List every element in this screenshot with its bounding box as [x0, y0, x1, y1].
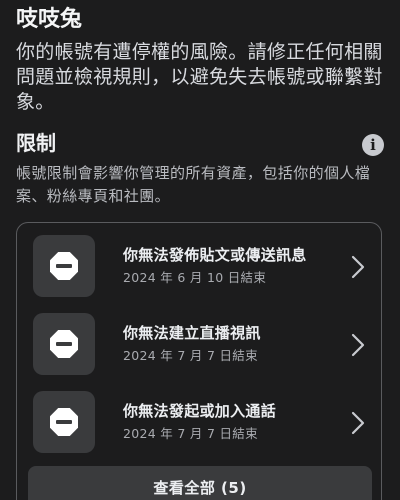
account-name: 吱吱兔: [16, 7, 83, 32]
stop-sign-icon: [50, 408, 78, 436]
chevron-right-icon: [351, 333, 365, 357]
restrictions-card: 你無法發佈貼文或傳送訊息 2024 年 6 月 10 日結束 你無法建立直播視訊…: [16, 222, 382, 500]
restriction-item[interactable]: 你無法發佈貼文或傳送訊息 2024 年 6 月 10 日結束: [33, 235, 379, 299]
restriction-item[interactable]: 你無法建立直播視訊 2024 年 7 月 7 日結束: [33, 313, 379, 377]
stop-sign-icon: [50, 330, 78, 358]
restriction-end-date: 2024 年 7 月 7 日結束: [123, 426, 258, 441]
restriction-end-date: 2024 年 6 月 10 日結束: [123, 270, 267, 285]
info-icon[interactable]: i: [362, 134, 384, 156]
account-status-screen: 吱吱兔 你的帳號有遭停權的風險。請修正任何相關問題並檢視規則，以避免失去帳號或聯…: [0, 0, 400, 500]
chevron-right-icon: [351, 255, 365, 279]
restriction-icon-tile: [33, 313, 95, 375]
restriction-title: 你無法發佈貼文或傳送訊息: [123, 246, 307, 264]
chevron-right-icon: [351, 411, 365, 435]
restriction-end-date: 2024 年 7 月 7 日結束: [123, 348, 258, 363]
suspension-warning: 你的帳號有遭停權的風險。請修正任何相關問題並檢視規則，以避免失去帳號或聯繫對象。: [16, 41, 383, 113]
restriction-item[interactable]: 你無法發起或加入通話 2024 年 7 月 7 日結束: [33, 391, 379, 455]
restrictions-description: 帳號限制會影響你管理的所有資產，包括你的個人檔案、粉絲專頁和社團。: [16, 164, 371, 205]
stop-sign-icon: [50, 252, 78, 280]
restriction-icon-tile: [33, 391, 95, 453]
restriction-icon-tile: [33, 235, 95, 297]
restrictions-heading: 限制: [16, 131, 56, 155]
restriction-title: 你無法建立直播視訊: [123, 324, 261, 342]
restriction-title: 你無法發起或加入通話: [123, 402, 277, 420]
view-all-button[interactable]: 查看全部 (5): [28, 466, 372, 500]
